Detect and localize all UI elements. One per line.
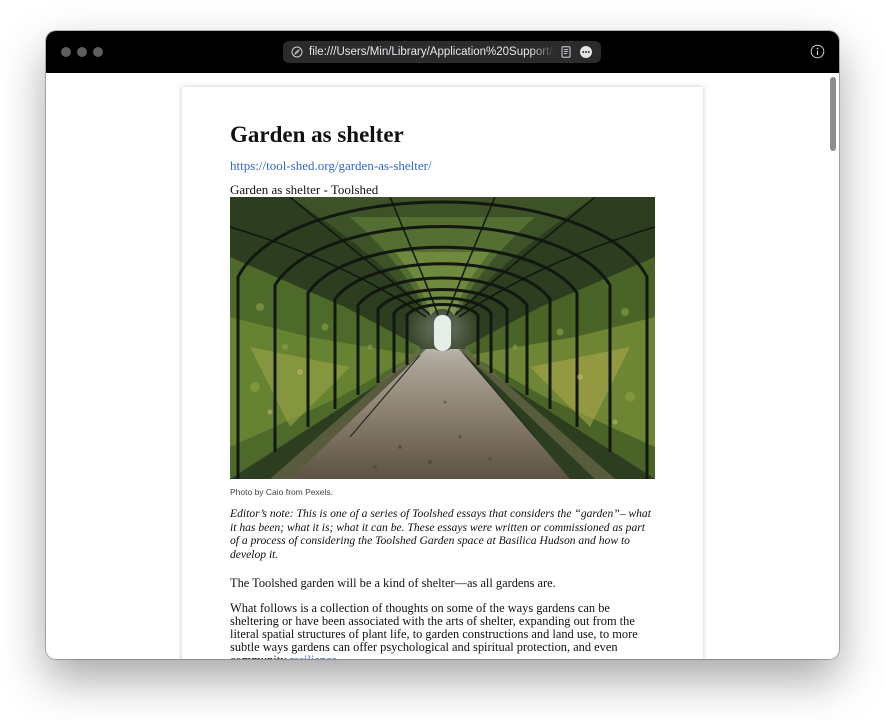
paragraph-body-end: .	[337, 653, 340, 659]
hero-image	[230, 197, 655, 479]
image-caption: Photo by Caio from Pexels.	[230, 487, 333, 497]
site-title: Garden as shelter - Toolshed	[230, 182, 379, 197]
more-options-icon[interactable]	[580, 46, 592, 58]
reader-view-icon[interactable]	[560, 46, 572, 58]
address-bar[interactable]: file:///Users/Min/Library/Application%20…	[283, 41, 601, 63]
minimize-window-button[interactable]	[77, 47, 87, 57]
editor-note: Editor’s note: This is one of a series o…	[230, 507, 651, 561]
address-bar-url: file:///Users/Min/Library/Application%20…	[309, 46, 555, 58]
article: Garden as shelter https://tool-shed.org/…	[230, 87, 655, 659]
paragraph-body: What follows is a collection of thoughts…	[230, 602, 655, 659]
article-title: Garden as shelter	[230, 122, 404, 147]
reader-page: Garden as shelter https://tool-shed.org/…	[182, 87, 703, 659]
zoom-window-button[interactable]	[93, 47, 103, 57]
info-icon[interactable]	[810, 44, 825, 59]
paragraph-intro: The Toolshed garden will be a kind of sh…	[230, 576, 556, 590]
resilience-link[interactable]: resilience	[290, 653, 337, 659]
garden-arbor-tunnel-photo	[230, 197, 655, 479]
page-viewport[interactable]: Garden as shelter https://tool-shed.org/…	[46, 73, 839, 659]
paragraph-body-text: What follows is a collection of thoughts…	[230, 601, 638, 659]
close-window-button[interactable]	[61, 47, 71, 57]
compass-icon	[291, 46, 303, 58]
vertical-scrollbar[interactable]	[830, 77, 836, 151]
source-url-link[interactable]: https://tool-shed.org/garden-as-shelter/	[230, 158, 655, 174]
title-bar: file:///Users/Min/Library/Application%20…	[46, 31, 839, 73]
browser-window: file:///Users/Min/Library/Application%20…	[46, 31, 839, 659]
